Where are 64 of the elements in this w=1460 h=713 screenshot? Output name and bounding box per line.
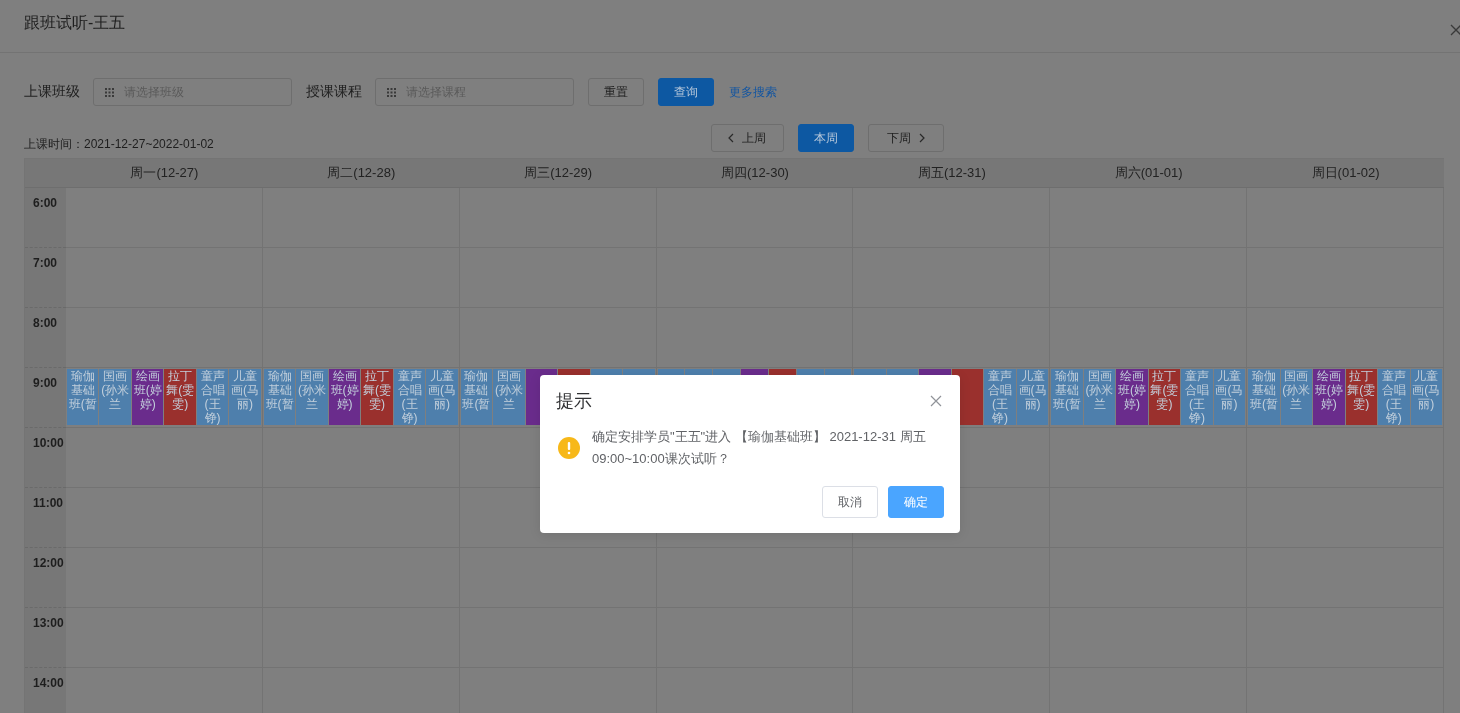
time-label: 14:00 — [25, 668, 66, 713]
filter-label: 授课课程 — [306, 83, 362, 101]
class-event[interactable]: 瑜伽基础班(暂 — [460, 369, 493, 425]
filter-button[interactable]: 重置 — [588, 78, 644, 106]
week-button[interactable]: 下周 — [867, 124, 944, 152]
class-event[interactable]: 国画(孙米兰 — [99, 369, 131, 425]
chevron-icon — [728, 133, 735, 143]
time-label: 9:00 — [25, 368, 66, 428]
day-header: 周日(01-02) — [1247, 159, 1444, 188]
class-event[interactable]: 拉丁舞(雯雯) — [164, 369, 196, 425]
date-range: 上课时间：2021-12-27~2022-01-02 — [24, 136, 214, 153]
class-event[interactable]: 童声合唱(王铮) — [984, 369, 1016, 425]
grid-icon — [387, 88, 396, 97]
class-event[interactable]: 绘画班(婷婷) — [1313, 369, 1345, 425]
confirm-message: 确定安排学员"王五"进入 【瑜伽基础班】 2021-12-31 周五09:00~10:00课次试听？ — [592, 428, 927, 468]
class-event[interactable]: 绘画班(婷婷) — [131, 369, 164, 425]
dialog-title: 跟班试听-王五 — [24, 12, 126, 33]
close-icon[interactable] — [930, 395, 942, 407]
class-event[interactable]: 绘画班(婷婷) — [1116, 369, 1148, 425]
more-search-link[interactable]: 更多搜索 — [729, 83, 777, 101]
class-event[interactable]: 儿童画(马丽) — [1016, 369, 1049, 425]
grid-icon — [105, 88, 114, 97]
week-button[interactable]: 上周 — [710, 124, 784, 152]
cancel-button[interactable]: 取消 — [822, 486, 878, 518]
day-header: 周五(12-31) — [853, 159, 1051, 188]
class-event[interactable]: 儿童画(马丽) — [1410, 369, 1443, 425]
class-event[interactable]: 国画(孙米兰 — [1083, 369, 1116, 425]
time-label: 8:00 — [25, 308, 66, 368]
time-label: 7:00 — [25, 248, 66, 308]
time-label: 10:00 — [25, 428, 66, 488]
time-label: 6:00 — [25, 188, 66, 248]
chevron-icon — [918, 133, 925, 143]
class-event[interactable]: 童声合唱(王铮) — [1181, 369, 1213, 425]
class-event[interactable]: 国画(孙米兰 — [493, 369, 525, 425]
class-event[interactable]: 童声合唱(王铮) — [393, 369, 426, 425]
class-event[interactable]: 瑜伽基础班(暂 — [67, 369, 99, 425]
class-event[interactable]: 儿童画(马丽) — [229, 369, 261, 425]
day-header: 周六(01-01) — [1050, 159, 1248, 188]
class-event[interactable]: 国画(孙米兰 — [1280, 369, 1313, 425]
time-label: 13:00 — [25, 608, 66, 668]
class-event[interactable]: 拉丁舞(雯雯) — [1345, 369, 1378, 425]
filter-button[interactable]: 查询 — [658, 78, 714, 106]
day-header: 周三(12-29) — [459, 159, 657, 188]
class-event[interactable]: 童声合唱(王铮) — [196, 369, 229, 425]
class-event[interactable]: 儿童画(马丽) — [1213, 369, 1246, 425]
confirm-button[interactable]: 确定 — [888, 486, 944, 518]
class-event[interactable]: 绘画班(婷婷) — [328, 369, 361, 425]
class-event[interactable]: 拉丁舞(雯雯) — [361, 369, 393, 425]
class-event[interactable]: 国画(孙米兰 — [296, 369, 328, 425]
class-event[interactable]: 瑜伽基础班(暂 — [1051, 369, 1083, 425]
class-event[interactable]: 童声合唱(王铮) — [1378, 369, 1410, 425]
filter-label: 上课班级 — [24, 83, 80, 101]
dialog-title: 提示 — [556, 390, 592, 413]
class-event[interactable]: 儿童画(马丽) — [426, 369, 458, 425]
class-event[interactable]: 拉丁舞(雯雯) — [1148, 369, 1181, 425]
class-event[interactable]: 瑜伽基础班(暂 — [1248, 369, 1280, 425]
warning-icon — [558, 437, 580, 459]
time-label: 11:00 — [25, 488, 66, 548]
close-icon[interactable] — [1450, 24, 1460, 36]
time-label: 12:00 — [25, 548, 66, 608]
class-event[interactable]: 瑜伽基础班(暂 — [263, 369, 296, 425]
day-header: 周四(12-30) — [656, 159, 854, 188]
day-header: 周二(12-28) — [262, 159, 460, 188]
week-button[interactable]: 本周 — [797, 124, 854, 152]
